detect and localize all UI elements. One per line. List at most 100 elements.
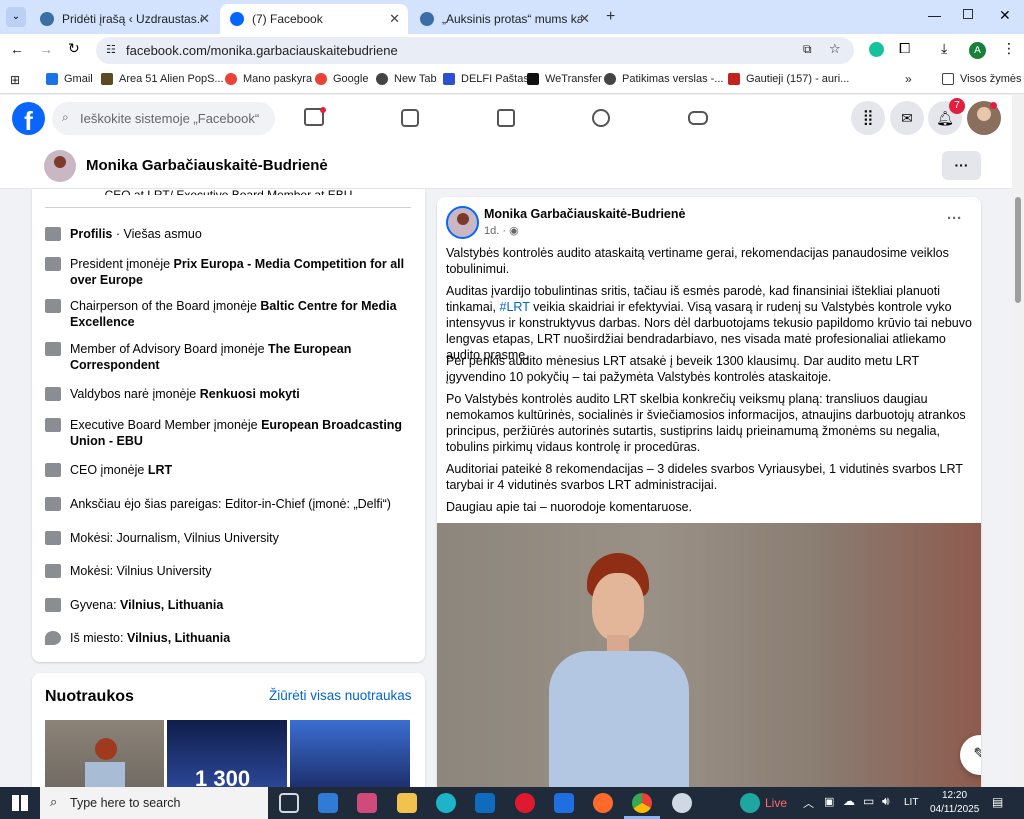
grammarly-icon[interactable] [869,42,884,57]
more-bookmarks-icon[interactable]: » [905,72,912,86]
extensions-icon[interactable]: ⧠ [899,40,910,57]
see-all-photos-link[interactable]: Žiūrėti visas nuotraukas [269,688,412,703]
graduation-cap-icon [45,564,61,578]
post-photo[interactable] [437,523,981,797]
live-label[interactable]: Live [765,796,787,810]
photo-thumbnail[interactable] [45,720,164,793]
download-icon[interactable]: ⤓ [941,40,947,57]
close-tab-icon[interactable]: ✕ [579,11,590,27]
bookmark-gmail[interactable]: Gmail [46,73,93,85]
clock-time[interactable]: 12:20 [942,790,967,801]
firefox-icon[interactable] [593,793,613,813]
bookmark-star-icon[interactable]: ☆ [829,41,841,57]
photo-thumbnail[interactable]: 1 300 [167,720,287,793]
site-info-icon[interactable]: ☷ [106,43,116,56]
search-icon: ⌕ [50,794,58,809]
work-link[interactable]: LRT [148,463,172,477]
page-scrollbar[interactable] [1012,95,1024,787]
bookmark-gautieji[interactable]: Gautieji (157) - auri... [728,73,849,85]
photo-thumbnail[interactable] [290,720,410,793]
edge-icon[interactable] [436,793,456,813]
more-options-button[interactable]: ··· [942,151,981,180]
messenger-button[interactable]: ✉ [890,101,924,135]
gaming-icon[interactable] [688,111,708,125]
minimize-button[interactable]: — [928,8,941,23]
bookmarks-bar: ⊞ Gmail Area 51 Alien PopS... Mano pasky… [0,66,1024,94]
taskbar-search-input[interactable]: ⌕ Type here to search [40,787,268,819]
new-tab-button[interactable]: + [606,8,615,26]
profile-avatar[interactable]: A [969,42,986,59]
close-window-button[interactable]: ✕ [999,7,1011,24]
all-bookmarks[interactable]: Visos žymės [942,73,1022,85]
profile-avatar-small[interactable] [44,150,76,182]
outlook-icon[interactable] [475,793,495,813]
bookmark-delfi[interactable]: DELFI Paštas [443,73,529,85]
file-explorer-icon[interactable] [397,793,417,813]
google-icon [225,73,237,85]
opera-icon[interactable] [515,793,535,813]
city-link[interactable]: Vilnius, Lithuania [120,598,223,612]
language-indicator[interactable]: LIT [904,797,918,808]
tray-chevron-icon[interactable]: ︿ [803,795,814,811]
globe-icon [604,73,616,85]
tray-cloud-icon[interactable]: ☁ [843,794,855,808]
tray-network-icon[interactable]: ▭ [863,794,874,808]
menu-grid-button[interactable]: ⣿ [851,101,885,135]
url-input[interactable]: ☷ facebook.com/monika.garbaciauskaitebud… [96,37,854,64]
tab-search-dropdown[interactable]: ⌄ [6,7,26,27]
location-pin-icon [45,631,61,645]
forward-icon[interactable]: → [39,41,53,57]
bookmark-patikimas[interactable]: Patikimas verslas -... [604,73,723,85]
close-tab-icon[interactable]: ✕ [389,11,400,27]
store-icon[interactable] [318,793,338,813]
tray-device-icon[interactable]: ▣ [824,795,834,808]
tray-volume-icon[interactable]: 🔊︎ [882,794,890,809]
browser-toolbar: ← → ↻ ☷ facebook.com/monika.garbaciauska… [0,34,1024,66]
paint-icon[interactable] [672,793,692,813]
trip-icon[interactable] [554,793,574,813]
gmail-icon [46,73,58,85]
post-author[interactable]: Monika Garbačiauskaitė-Budrienė [484,207,685,221]
intro-item-work: President įmonėje Prix Europa - Media Co… [45,256,415,288]
bookmark-area51[interactable]: Area 51 Alien PopS... [101,73,224,85]
photos-title: Nuotraukos [45,688,134,705]
tab-auksinis[interactable]: „Auksinis protas“ mums kainavo ✕ [410,4,598,34]
install-app-icon[interactable]: ⧉ [803,42,812,57]
close-tab-icon[interactable]: ✕ [199,11,210,27]
bookmark-new-tab[interactable]: New Tab [376,73,437,85]
profile-sticky-bar: Monika Garbačiauskaitė-Budrienė ··· [0,142,1012,189]
chrome-icon[interactable] [632,793,652,813]
back-icon[interactable]: ← [10,41,24,57]
bookmark-wetransfer[interactable]: WeTransfer [527,73,602,85]
hashtag-link[interactable]: #LRT [500,300,530,314]
intro-item-work: Member of Advisory Board įmonėje The Eur… [45,341,415,373]
work-link[interactable]: Renkuosi mokyti [200,387,300,401]
post-author-avatar[interactable] [446,206,479,239]
bookmark-mano-paskyra[interactable]: Mano paskyra [225,73,312,85]
post-options-icon[interactable]: ··· [947,210,962,227]
marketplace-icon[interactable] [497,109,515,127]
bookmark-google[interactable]: Google [315,73,368,85]
post-paragraph: Auditas įvardijo tobulintinas sritis, ta… [446,284,972,362]
reload-icon[interactable]: ↻ [68,40,80,57]
search-input[interactable]: ⌕ Ieškokite sistemoje „Facebook“ [52,102,275,135]
apps-icon[interactable]: ⊞ [10,73,20,87]
tab-wordpress[interactable]: Pridėti įrašą ‹ Uzdraustas.com — WordPre… [30,4,218,34]
city-link[interactable]: Vilnius, Lithuania [127,631,230,645]
post-time[interactable]: 1d. · ◉ [484,224,519,237]
clock-date[interactable]: 04/11/2025 [930,804,979,815]
profile-name[interactable]: Monika Garbačiauskaitė-Budrienė [86,157,328,174]
scroll-thumb[interactable] [1015,197,1021,303]
tab-facebook[interactable]: (7) Facebook ✕ [220,4,408,34]
task-view-icon[interactable] [279,793,299,813]
notification-center-icon[interactable]: ▤ [992,795,1003,809]
restore-button[interactable] [963,9,973,19]
menu-icon[interactable]: ⋮ [1002,40,1016,57]
weather-live-icon[interactable] [740,793,760,813]
facebook-logo[interactable]: f [12,102,45,136]
reels-icon[interactable] [401,109,419,127]
groups-icon[interactable] [592,109,610,127]
photos-app-icon[interactable] [357,793,377,813]
compose-icon: ✎ [973,746,981,763]
start-icon[interactable] [12,795,28,811]
